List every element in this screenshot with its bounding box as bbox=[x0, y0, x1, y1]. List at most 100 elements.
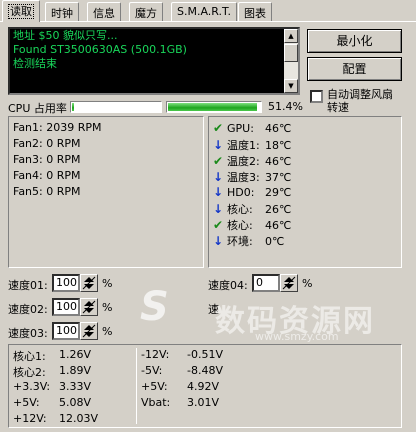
down-arrow-icon: ↓ bbox=[213, 138, 224, 152]
temperature-value: 29℃ bbox=[265, 186, 292, 199]
spin-arrows-icon[interactable] bbox=[80, 274, 98, 292]
voltage-label: 核心1: bbox=[13, 350, 46, 363]
temperature-value: 37℃ bbox=[265, 171, 292, 184]
speed-label: 速度02: bbox=[8, 303, 48, 316]
speed-unit: % bbox=[102, 301, 113, 314]
voltage-value: -8.48V bbox=[187, 364, 223, 377]
voltage-value: -0.51V bbox=[187, 348, 223, 361]
temperature-label: 核心: bbox=[227, 203, 253, 216]
temperature-panel: ✔ GPU: 46℃ ↓ 温度1: 18℃ ✔ 温度2: 46℃ ↓ 温度3: 37℃ ↓ HD0: 29℃… bbox=[208, 116, 402, 268]
temperature-value: 46℃ bbox=[265, 219, 292, 232]
voltage-value: 3.01V bbox=[187, 396, 220, 409]
minimize-button[interactable]: 最小化 bbox=[307, 29, 402, 53]
auto-fan-checkbox[interactable] bbox=[310, 90, 323, 103]
tab-info[interactable]: 信息 bbox=[87, 2, 121, 21]
voltage-value: 1.89V bbox=[59, 364, 92, 377]
voltage-divider bbox=[136, 348, 137, 424]
config-button[interactable]: 配置 bbox=[307, 57, 402, 81]
fan-reading: Fan5: 0 RPM bbox=[13, 185, 81, 198]
temperature-row: ✔ GPU: 46℃ bbox=[213, 121, 291, 135]
voltage-panel: 核心1: 1.26V 核心2: 1.89V +3.3V: 3.33V +5V: 5.08V +1… bbox=[8, 344, 402, 428]
temperature-row: ✔ 温度2: 46℃ bbox=[213, 153, 291, 169]
temperature-label: 温度2: bbox=[227, 155, 260, 168]
tab-clock[interactable]: 时钟 bbox=[45, 2, 79, 21]
cpu-usage-bar-2-fill bbox=[168, 103, 258, 111]
log-box[interactable]: 地址 $50 貌似只写... Found ST3500630AS (500.1G… bbox=[8, 27, 300, 95]
temperature-label: 环境: bbox=[227, 235, 253, 248]
spin-arrows-icon[interactable] bbox=[80, 298, 98, 316]
cpu-usage-bar-2 bbox=[166, 101, 262, 113]
speed-input[interactable]: 0 bbox=[252, 274, 280, 292]
watermark-url: www.smzy.com bbox=[255, 330, 339, 343]
voltage-label: 核心2: bbox=[13, 366, 46, 379]
speed-label: 速度04: bbox=[208, 279, 248, 292]
check-icon: ✔ bbox=[213, 121, 224, 135]
tab-read[interactable]: 读取 bbox=[2, 0, 40, 22]
temperature-row: ↓ 温度3: 37℃ bbox=[213, 169, 291, 185]
fan-reading: Fan4: 0 RPM bbox=[13, 169, 81, 182]
tab-smart[interactable]: S.M.A.R.T. bbox=[171, 2, 237, 21]
voltage-label: +5V: bbox=[141, 380, 168, 393]
speed-label: 速度03: bbox=[8, 327, 48, 340]
temperature-value: 46℃ bbox=[265, 122, 292, 135]
cpu-usage-bar-1 bbox=[70, 101, 162, 113]
tab-bar: 读取 时钟 信息 魔方 S.M.A.R.T. 图表 bbox=[0, 0, 416, 22]
voltage-value: 5.08V bbox=[59, 396, 92, 409]
voltage-label: -5V: bbox=[141, 364, 163, 377]
fan-reading: Fan3: 0 RPM bbox=[13, 153, 81, 166]
scroll-down-icon[interactable]: ▼ bbox=[284, 79, 298, 93]
temperature-value: 0℃ bbox=[265, 235, 285, 248]
auto-fan-label-2: 转速 bbox=[327, 101, 349, 114]
voltage-label: Vbat: bbox=[141, 396, 171, 409]
down-arrow-icon: ↓ bbox=[213, 185, 224, 199]
temperature-label: HD0: bbox=[227, 186, 255, 199]
speed-input[interactable]: 100 bbox=[52, 298, 80, 316]
speed-unit: % bbox=[102, 277, 113, 290]
temperature-row: ↓ 核心: 26℃ bbox=[213, 201, 291, 217]
temperature-value: 18℃ bbox=[265, 139, 292, 152]
fan-reading: Fan2: 0 RPM bbox=[13, 137, 81, 150]
tab-chart[interactable]: 图表 bbox=[238, 2, 272, 21]
temperature-label: 核心: bbox=[227, 219, 253, 232]
speed-unit: % bbox=[302, 277, 313, 290]
voltage-label: +3.3V: bbox=[13, 380, 51, 393]
voltage-value: 4.92V bbox=[187, 380, 220, 393]
voltage-value: 1.26V bbox=[59, 348, 92, 361]
log-line: Found ST3500630AS (500.1GB) bbox=[13, 43, 187, 56]
log-scrollbar[interactable]: ▲ ▼ bbox=[284, 29, 298, 93]
scroll-thumb[interactable] bbox=[284, 44, 298, 62]
temperature-row: ✔ 核心: 46℃ bbox=[213, 217, 291, 233]
temperature-label: 温度3: bbox=[227, 171, 260, 184]
speed-unit: % bbox=[102, 325, 113, 338]
speed-input[interactable]: 100 bbox=[52, 322, 80, 340]
temperature-label: 温度1: bbox=[227, 139, 260, 152]
temperature-row: ↓ 温度1: 18℃ bbox=[213, 137, 291, 153]
spin-arrows-icon[interactable] bbox=[280, 274, 298, 292]
voltage-label: -12V: bbox=[141, 348, 170, 361]
temperature-value: 46℃ bbox=[265, 155, 292, 168]
speed-label: 速度01: bbox=[8, 279, 48, 292]
temperature-row: ↓ HD0: 29℃ bbox=[213, 185, 291, 199]
cpu-usage-bar-1-fill bbox=[72, 103, 74, 111]
cpu-usage-label: CPU 占用率 bbox=[8, 102, 67, 115]
fan-panel: Fan1: 2039 RPM Fan2: 0 RPM Fan3: 0 RPM F… bbox=[8, 116, 204, 268]
watermark-logo-icon: S bbox=[140, 284, 169, 330]
scroll-up-icon[interactable]: ▲ bbox=[284, 29, 298, 43]
speed-input[interactable]: 100 bbox=[52, 274, 80, 292]
check-icon: ✔ bbox=[213, 154, 224, 168]
cpu-usage-percent: 51.4% bbox=[268, 100, 303, 113]
log-line: 地址 $50 貌似只写... bbox=[13, 29, 118, 42]
tab-cube[interactable]: 魔方 bbox=[129, 2, 163, 21]
down-arrow-icon: ↓ bbox=[213, 202, 224, 216]
log-line: 检测结束 bbox=[13, 57, 57, 70]
voltage-value: 3.33V bbox=[59, 380, 92, 393]
voltage-label: +12V: bbox=[13, 412, 47, 425]
down-arrow-icon: ↓ bbox=[213, 170, 224, 184]
down-arrow-icon: ↓ bbox=[213, 234, 224, 248]
check-icon: ✔ bbox=[213, 218, 224, 232]
voltage-label: +5V: bbox=[13, 396, 40, 409]
temperature-label: GPU: bbox=[227, 122, 254, 135]
voltage-value: 12.03V bbox=[59, 412, 99, 425]
spin-arrows-icon[interactable] bbox=[80, 322, 98, 340]
fan-reading: Fan1: 2039 RPM bbox=[13, 121, 102, 134]
